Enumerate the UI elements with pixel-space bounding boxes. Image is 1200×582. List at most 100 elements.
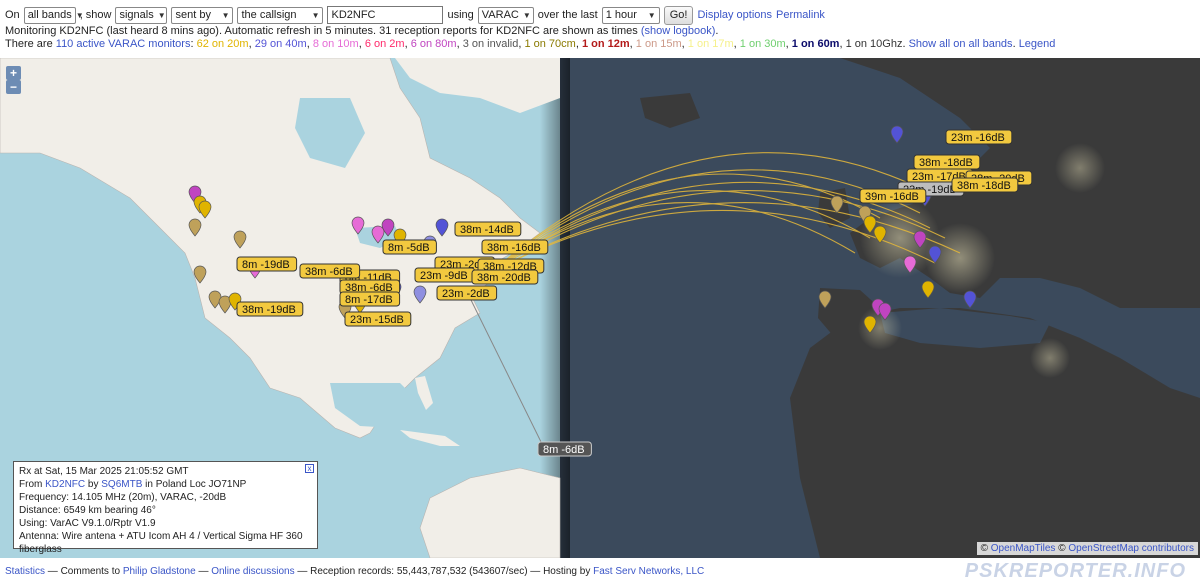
report-label[interactable]: 8m -17dB <box>339 291 401 307</box>
using-label: using <box>447 9 474 21</box>
status-period: . <box>715 25 719 37</box>
band-count-item: 1 on 12m <box>581 38 630 50</box>
openstreetmap-link[interactable]: OpenStreetMap contributors <box>1068 543 1194 554</box>
report-label-text: 8m -17dB <box>345 294 393 306</box>
hosting-link[interactable]: Fast Serv Networks, LLC <box>593 566 704 577</box>
band-count-item: 1 on 10Ghz <box>845 38 903 50</box>
popup-close-button[interactable]: x <box>305 464 314 473</box>
online-discussions-link[interactable]: Online discussions <box>211 566 294 577</box>
report-label-text: 23m -9dB <box>420 270 468 282</box>
by-label: by <box>87 479 99 490</box>
reception-popup: x Rx at Sat, 15 Mar 2025 21:05:52 GMT Fr… <box>13 461 318 555</box>
report-label-text: 38m -18dB <box>957 180 1011 192</box>
attribution-copyright-2: © <box>1058 543 1066 554</box>
report-label-text: 23m -2dB <box>442 288 490 300</box>
band-count-item: 1 on 15m <box>635 38 682 50</box>
zoom-out-button[interactable]: − <box>6 80 21 94</box>
footer-comments: — Comments to <box>47 566 121 577</box>
report-label[interactable]: 23m -9dB <box>414 267 476 283</box>
show-label: , show <box>79 9 112 21</box>
report-label-text: 38m -14dB <box>460 224 514 236</box>
show-select[interactable]: signals ▼ <box>115 6 168 24</box>
report-label[interactable]: 23m -15dB <box>344 311 412 327</box>
by-callsign-link[interactable]: SQ6MTB <box>101 479 142 490</box>
report-label[interactable]: 38m -14dB <box>454 221 522 237</box>
band-count-item: 62 on 20m <box>196 38 249 50</box>
zoom-in-button[interactable]: + <box>6 66 21 80</box>
popup-software: Using: VarAC V9.1.0/Rptr V1.9 <box>19 518 156 529</box>
report-label[interactable]: 38m -19dB <box>236 301 304 317</box>
show-all-bands-link[interactable]: Show all on all bands <box>909 38 1013 50</box>
mode-select[interactable]: VARAC ▼ <box>477 6 534 24</box>
report-label-text: 39m -16dB <box>865 191 919 203</box>
popup-frequency: Frequency: 14.105 MHz (20m), VARAC, -20d… <box>19 492 227 503</box>
band-count-item: 29 on 40m <box>254 38 307 50</box>
location-text: in Poland Loc JO71NP <box>145 479 247 490</box>
report-label[interactable]: 8m -6dB <box>537 441 592 457</box>
go-button[interactable]: Go! <box>663 5 694 25</box>
monitor-counts: There are 110 active VARAC monitors: 62 … <box>5 38 1055 50</box>
report-label-text: 23m -16dB <box>951 132 1005 144</box>
band-count-item: 6 on 80m <box>410 38 457 50</box>
sent-by-select[interactable]: sent by ▼ <box>171 6 234 24</box>
permalink-link[interactable]: Permalink <box>776 9 825 21</box>
report-label[interactable]: 39m -16dB <box>859 188 927 204</box>
footer-records: — Reception records: 55,443,787,532 (543… <box>297 566 591 577</box>
brand-logo: PSKREPORTER.INFO <box>964 560 1186 582</box>
period-select[interactable]: 1 hour ▼ <box>601 6 660 24</box>
statistics-link[interactable]: Statistics <box>5 566 45 577</box>
on-label: On <box>5 9 20 21</box>
report-label[interactable]: 8m -5dB <box>382 239 437 255</box>
band-count-item: 1 on 60m <box>791 38 840 50</box>
report-label[interactable]: 38m -20dB <box>471 269 539 285</box>
over-label: over the last <box>537 9 598 21</box>
footer-dash: — <box>198 566 209 577</box>
report-label-text: 38m -6dB <box>305 266 353 278</box>
report-label[interactable]: 38m -18dB <box>951 177 1019 193</box>
popup-from-line: From KD2NFC by SQ6MTB in Poland Loc JO71… <box>19 478 312 491</box>
popup-rx-time: Rx at Sat, 15 Mar 2025 21:05:52 GMT <box>19 466 189 477</box>
report-label-text: 8m -6dB <box>543 444 585 456</box>
legend-link[interactable]: Legend <box>1019 38 1056 50</box>
monitors-colon: : <box>190 38 194 50</box>
band-count-item: 1 on 70cm <box>524 38 576 50</box>
popup-distance: Distance: 6549 km bearing 46° <box>19 505 156 516</box>
report-label[interactable]: 8m -19dB <box>236 256 298 272</box>
report-label-text: 8m -5dB <box>388 242 430 254</box>
callsign-mode-select[interactable]: the callsign ▼ <box>237 6 324 24</box>
attribution-copyright: © <box>980 543 988 554</box>
report-label[interactable]: 23m -2dB <box>436 285 498 301</box>
report-label[interactable]: 38m -16dB <box>481 239 549 255</box>
report-label[interactable]: 38m -6dB <box>299 263 361 279</box>
show-logbook-link[interactable]: (show logbook) <box>641 25 716 37</box>
from-label: From <box>19 479 43 490</box>
dot-sep: . <box>1012 38 1016 50</box>
band-count-item: 3 on invalid <box>462 38 519 50</box>
report-label[interactable]: 38m -18dB <box>913 154 981 170</box>
band-count-list: 62 on 20m, 29 on 40m, 8 on 10m, 6 on 2m,… <box>197 38 909 50</box>
controls-row: On all bands ▼ , show signals ▼ sent by ▼ t… <box>5 5 825 25</box>
band-count-item: 1 on 30m <box>739 38 786 50</box>
report-label[interactable]: 23m -16dB <box>945 129 1013 145</box>
from-callsign-link[interactable]: KD2NFC <box>45 479 85 490</box>
band-count-item: 6 on 2m <box>364 38 405 50</box>
callsign-input[interactable]: KD2NFC <box>327 6 444 24</box>
footer: Statistics — Comments to Philip Gladston… <box>5 566 704 577</box>
report-label-text: 38m -16dB <box>487 242 541 254</box>
report-label-text: 38m -20dB <box>477 272 531 284</box>
report-label-text: 38m -19dB <box>242 304 296 316</box>
map-attribution: © OpenMapTiles © OpenStreetMap contribut… <box>976 542 1198 555</box>
report-label-text: 38m -18dB <box>919 157 973 169</box>
band-count-item: 8 on 10m <box>312 38 359 50</box>
band-count-item: 1 on 17m <box>687 38 734 50</box>
monitoring-status: Monitoring KD2NFC (last heard 8 mins ago… <box>5 25 718 37</box>
monitors-count-link[interactable]: 110 active VARAC monitors <box>56 38 191 50</box>
monitors-prefix: There are <box>5 38 53 50</box>
popup-antenna: Antenna: Wire antena + ATU Icom AH 4 / V… <box>19 531 303 555</box>
philip-link[interactable]: Philip Gladstone <box>123 566 196 577</box>
openmaptiles-link[interactable]: OpenMapTiles <box>991 543 1056 554</box>
display-options-link[interactable]: Display options <box>697 9 772 21</box>
band-select[interactable]: all bands ▼ <box>23 6 84 24</box>
report-label-text: 8m -19dB <box>242 259 290 271</box>
report-label-text: 23m -15dB <box>350 314 404 326</box>
